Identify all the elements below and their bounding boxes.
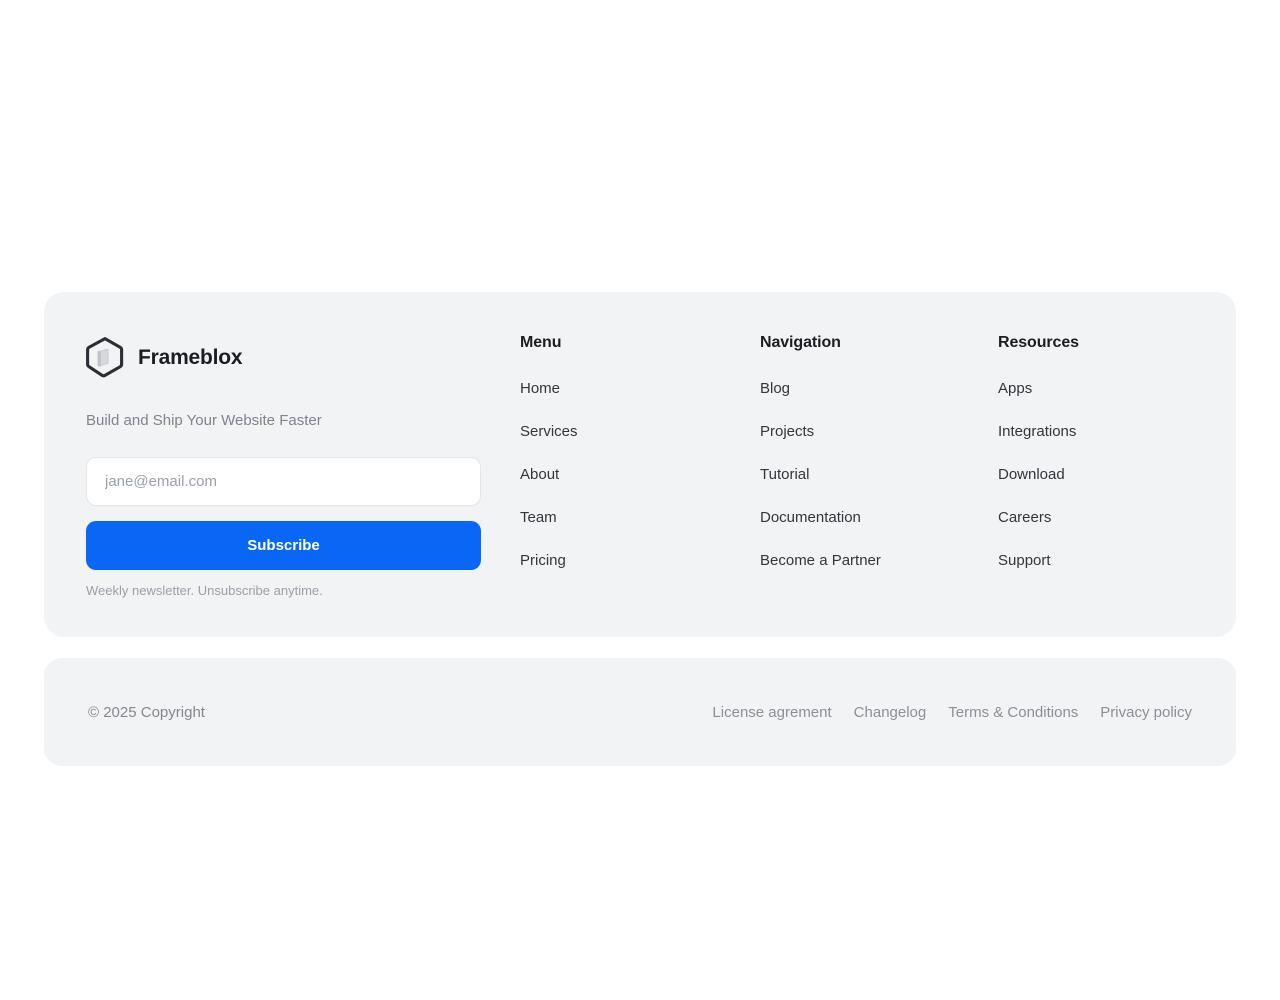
footer-column-navigation: Navigation Blog Projects Tutorial Docume… [760,335,881,570]
footer-link-home[interactable]: Home [520,380,560,397]
footer-link-team[interactable]: Team [520,509,557,526]
footer-link-integrations[interactable]: Integrations [998,423,1076,440]
list-item: About [520,466,578,484]
list-item: Home [520,380,578,398]
list-item: Download [998,466,1079,484]
footer-content: Frameblox Build and Ship Your Website Fa… [44,292,1236,637]
footer-link-list: Blog Projects Tutorial Documentation Bec… [760,380,881,570]
legal-link-terms-and-conditions[interactable]: Terms & Conditions [948,705,1078,720]
footer-link-blog[interactable]: Blog [760,380,790,397]
email-input[interactable] [86,456,481,506]
footer-column-resources: Resources Apps Integrations Download Car… [998,335,1079,570]
newsletter-fineprint: Weekly newsletter. Unsubscribe anytime. [86,582,323,598]
list-item: Support [998,552,1079,570]
legal-link-privacy-policy[interactable]: Privacy policy [1100,705,1192,720]
list-item: Documentation [760,509,881,527]
bottom-bar-content: © 2025 Copyright License agrement Change… [44,658,1236,766]
list-item: Tutorial [760,466,881,484]
footer-link-pricing[interactable]: Pricing [520,552,566,569]
list-item: Become a Partner [760,552,881,570]
footer-link-become-a-partner[interactable]: Become a Partner [760,552,881,569]
subscribe-button[interactable]: Subscribe [86,520,481,570]
footer-link-documentation[interactable]: Documentation [760,509,861,526]
footer-link-list: Home Services About Team Pricing [520,380,578,570]
footer-link-support[interactable]: Support [998,552,1051,569]
footer-panel: Frameblox Build and Ship Your Website Fa… [44,292,1236,637]
copyright-text: © 2025 Copyright [88,703,205,721]
list-item: Apps [998,380,1079,398]
footer-column-title: Resources [998,334,1079,351]
list-item: Services [520,423,578,441]
brand-lockup: Frameblox [86,335,486,379]
page-root: Frameblox Build and Ship Your Website Fa… [0,0,1280,1000]
list-item: Blog [760,380,881,398]
footer-bottom-bar: © 2025 Copyright License agrement Change… [44,658,1236,766]
list-item: Projects [760,423,881,441]
list-item: Pricing [520,552,578,570]
footer-column-menu: Menu Home Services About Team Pricing [520,335,578,570]
legal-links-group: License agrement Changelog Terms & Condi… [712,705,1192,720]
footer-link-careers[interactable]: Careers [998,509,1051,526]
footer-column-title: Navigation [760,334,841,351]
footer-link-projects[interactable]: Projects [760,423,814,440]
footer-column-title: Menu [520,334,562,351]
legal-link-changelog[interactable]: Changelog [854,705,927,720]
footer-link-download[interactable]: Download [998,466,1065,483]
legal-link-license-agreement[interactable]: License agrement [712,705,831,720]
list-item: Team [520,509,578,527]
list-item: Careers [998,509,1079,527]
footer-brand-column: Frameblox Build and Ship Your Website Fa… [86,335,486,599]
footer-link-list: Apps Integrations Download Careers Suppo… [998,380,1079,570]
footer-link-apps[interactable]: Apps [998,380,1032,397]
footer-link-tutorial[interactable]: Tutorial [760,466,809,483]
hexagon-cube-icon [86,336,124,378]
footer-link-services[interactable]: Services [520,423,578,440]
list-item: Integrations [998,423,1079,441]
footer-link-about[interactable]: About [520,466,559,483]
brand-tagline: Build and Ship Your Website Faster [86,412,322,429]
brand-name: Frameblox [138,345,243,369]
